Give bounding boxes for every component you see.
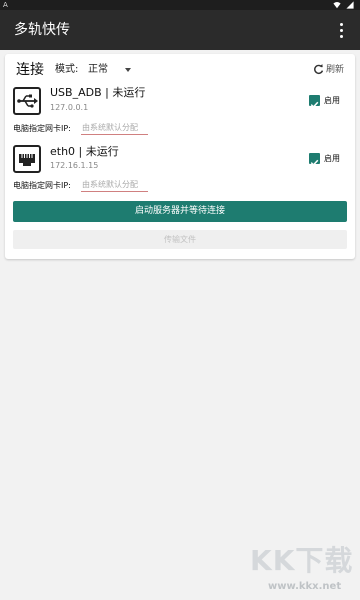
enable-checkbox-usb[interactable]: 启用 <box>309 94 345 108</box>
nic-ip-input[interactable]: 由系统默认分配 <box>81 123 148 135</box>
ethernet-icon <box>13 145 41 173</box>
watermark-logo: KK下载 www.kkx.net <box>246 540 358 598</box>
app-bar: 多轨快传 <box>0 10 360 50</box>
watermark-url: www.kkx.net <box>268 581 342 592</box>
interface-name: eth0 | 未运行 <box>50 145 119 158</box>
checkbox-checked-icon <box>309 95 320 108</box>
nic-ip-input[interactable]: 由系统默认分配 <box>81 180 148 192</box>
enable-label: 启用 <box>324 96 340 105</box>
checkbox-checked-icon <box>309 153 320 166</box>
nic-ip-placeholder: 由系统默认分配 <box>82 180 138 189</box>
watermark-text: KK下载 <box>250 544 354 577</box>
usb-icon <box>13 87 41 115</box>
mode-select[interactable]: 正常 <box>87 62 137 78</box>
battery-icon <box>346 1 354 9</box>
transfer-files-button[interactable]: 传输文件 <box>13 230 347 249</box>
interface-name: USB_ADB | 未运行 <box>50 86 146 99</box>
status-indicator: A <box>3 1 8 9</box>
more-vert-icon[interactable] <box>334 20 350 40</box>
wifi-icon <box>333 2 341 9</box>
start-server-button[interactable]: 启动服务器并等待连接 <box>13 201 347 222</box>
mode-value: 正常 <box>88 64 108 75</box>
enable-checkbox-eth0[interactable]: 启用 <box>309 152 345 166</box>
nic-ip-label: 电脑指定网卡IP: <box>13 181 71 190</box>
enable-label: 启用 <box>324 154 340 163</box>
nic-ip-placeholder: 由系统默认分配 <box>82 123 138 132</box>
nic-ip-label: 电脑指定网卡IP: <box>13 124 71 133</box>
status-bar: A <box>0 0 360 10</box>
connection-card: 连接 模式: 正常 刷新 USB_ADB | 未运行 127.0.0.1 启用 … <box>5 54 355 259</box>
refresh-icon <box>314 64 324 75</box>
app-title: 多轨快传 <box>14 22 70 38</box>
refresh-button[interactable]: 刷新 <box>313 62 349 78</box>
interface-ip: 127.0.0.1 <box>50 103 89 112</box>
dropdown-arrow-icon <box>125 68 131 72</box>
connection-title: 连接 <box>16 62 44 78</box>
refresh-label: 刷新 <box>326 65 345 75</box>
interface-ip: 172.16.1.15 <box>50 161 99 170</box>
mode-label: 模式: <box>55 64 79 75</box>
